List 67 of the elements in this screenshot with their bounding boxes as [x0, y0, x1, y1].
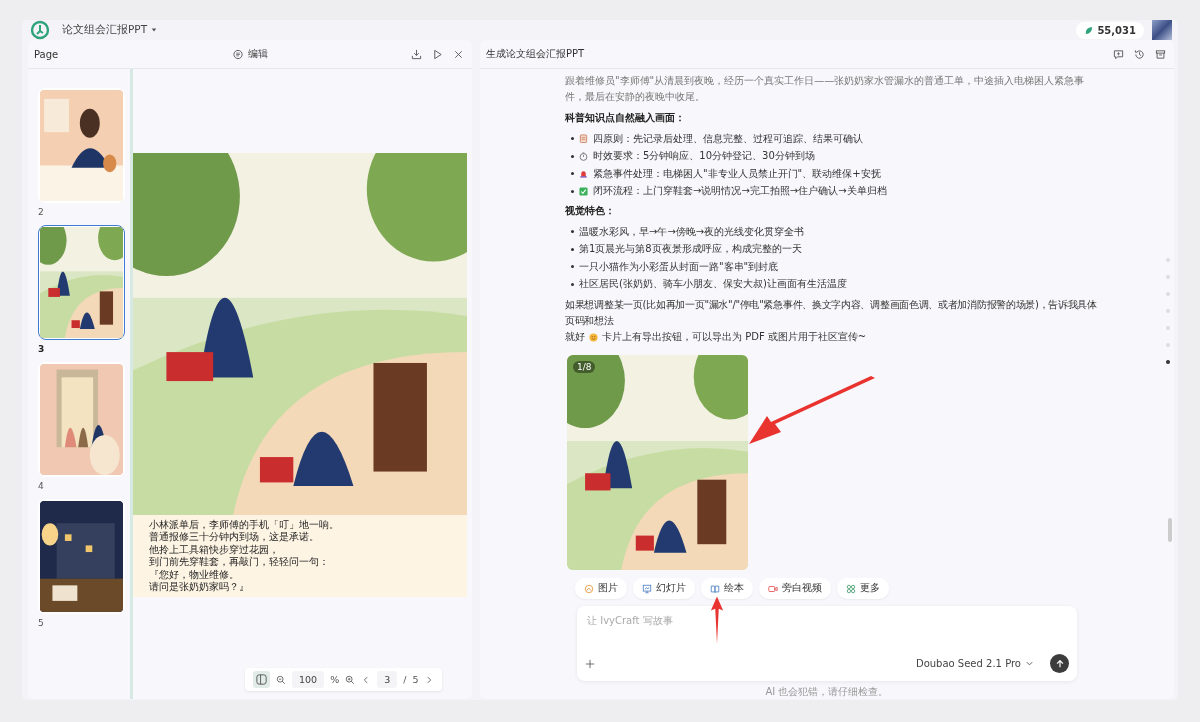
section-heading: 科普知识点自然融入画面：: [565, 111, 686, 125]
avatar[interactable]: [1152, 20, 1172, 40]
message-text: 卡片上有导出按钮，可以导出为 PDF 或图片用于社区宣传~: [602, 330, 867, 344]
edit-button[interactable]: 编辑: [226, 46, 274, 62]
video-camera-icon: [768, 583, 778, 594]
sidebar-toggle-icon[interactable]: [253, 671, 270, 688]
message-text: 就好: [565, 330, 585, 344]
slide-number: 5: [38, 618, 44, 628]
bullet-text: 紧急事件处理：电梯困人"非专业人员禁止开门"、联动维保+安抚: [593, 166, 881, 181]
comment-icon[interactable]: [1113, 48, 1124, 60]
bullet-text: 一只小猫作为小彩蛋从封面一路"客串"到封底: [579, 259, 779, 274]
bullet-text: 温暖水彩风，早→午→傍晚→夜的光线变化贯穿全书: [579, 224, 805, 239]
zoom-out-icon[interactable]: [276, 674, 286, 685]
send-button[interactable]: [1050, 654, 1069, 673]
model-dropdown[interactable]: Doubao Seed 2.1 Pro: [909, 657, 1040, 670]
archive-icon[interactable]: [1155, 48, 1166, 60]
slide-number: 4: [38, 481, 44, 491]
tool-chip[interactable]: 更多: [837, 578, 889, 599]
tool-chip[interactable]: 幻灯片: [633, 578, 695, 599]
app-logo-icon[interactable]: [30, 20, 50, 40]
zoom-in-icon[interactable]: [345, 674, 356, 685]
message-paragraph: 如果想调整某一页(比如再加一页"漏水"/"停电"紧急事件、换文字内容、调整画面色调、或者加消防报警的场景)，告诉我具体页码和想法: [565, 298, 1098, 328]
up-arrow-icon: [1054, 658, 1065, 669]
play-icon[interactable]: [432, 48, 443, 60]
check-icon: [579, 186, 588, 196]
panel-title: Page: [34, 48, 59, 60]
image-icon: [584, 583, 594, 594]
zoom-field[interactable]: 100: [292, 671, 325, 688]
tool-chip[interactable]: 图片: [575, 578, 627, 599]
bullet-text: 时效要求：5分钟响应、10分钟登记、30分钟到场: [593, 149, 815, 164]
history-icon[interactable]: [1134, 48, 1145, 60]
close-icon[interactable]: [453, 48, 464, 60]
page-badge: 1/8: [573, 361, 596, 373]
credits-badge: 55,031: [1076, 21, 1144, 39]
section-heading: 视觉特色：: [565, 204, 616, 218]
zoom-unit: %: [330, 674, 340, 685]
tool-chip[interactable]: 绘本: [701, 578, 753, 599]
add-icon[interactable]: [585, 658, 595, 669]
presentation-icon: [642, 583, 652, 594]
chat-title: 生成论文组会汇报PPT: [486, 47, 585, 61]
book-icon: [710, 583, 720, 594]
image-card[interactable]: 1/8: [567, 355, 748, 570]
page-dot[interactable]: [1166, 360, 1170, 364]
grid-icon: [846, 583, 856, 594]
timer-icon: [579, 151, 588, 161]
download-icon[interactable]: [411, 48, 422, 60]
siren-icon: [579, 169, 588, 179]
page-total: 5: [412, 674, 419, 685]
bullet-text: 第1页晨光与第8页夜景形成呼应，构成完整的一天: [579, 242, 802, 257]
edit-icon: [232, 48, 244, 60]
slide-number: 3: [38, 344, 45, 354]
page-field[interactable]: 3: [377, 671, 398, 688]
bullet-text: 社区居民(张奶奶、骑车小朋友、保安大叔)让画面有生活温度: [579, 277, 847, 292]
bullet-text: 闭环流程：上门穿鞋套→说明情况→完工拍照→住户确认→关单归档: [593, 184, 887, 199]
chevron-down-icon: [1025, 659, 1034, 668]
smile-icon: [589, 332, 598, 342]
disclaimer-text: AI 也会犯错，请仔细检查。: [764, 685, 890, 699]
page-separator: /: [403, 674, 407, 685]
slide-caption: 小林派单后，李师傅的手机「叮」地一响。 普通报修三十分钟内到场，这是承诺。 他拎上工具箱快步穿过花园， 到门前先穿鞋套，再敲门，轻轻问一句： 『您好，物业维修。 请问是张奶奶家吗？』: [133, 515, 467, 597]
caret-icon: [151, 27, 158, 33]
slide-number: 2: [38, 207, 44, 217]
bullet-text: 四原则：先记录后处理、信息完整、过程可追踪、结果可确认: [593, 131, 863, 146]
tool-chip[interactable]: 旁白视频: [759, 578, 831, 599]
message-paragraph: 跟着维修员"李师傅"从清晨到夜晚，经历一个真实工作日——张奶奶家水管漏水的普通工单，中途插入电梯困人紧急事件，最后在安静的夜晚中收尾。: [565, 74, 1086, 104]
clipboard-icon: [579, 134, 588, 144]
project-dropdown[interactable]: 论文组会汇报PPT: [58, 21, 162, 39]
prompt-field[interactable]: 让 IvyCraft 写故事 Doubao Seed 2.1 Pro: [577, 606, 1077, 681]
